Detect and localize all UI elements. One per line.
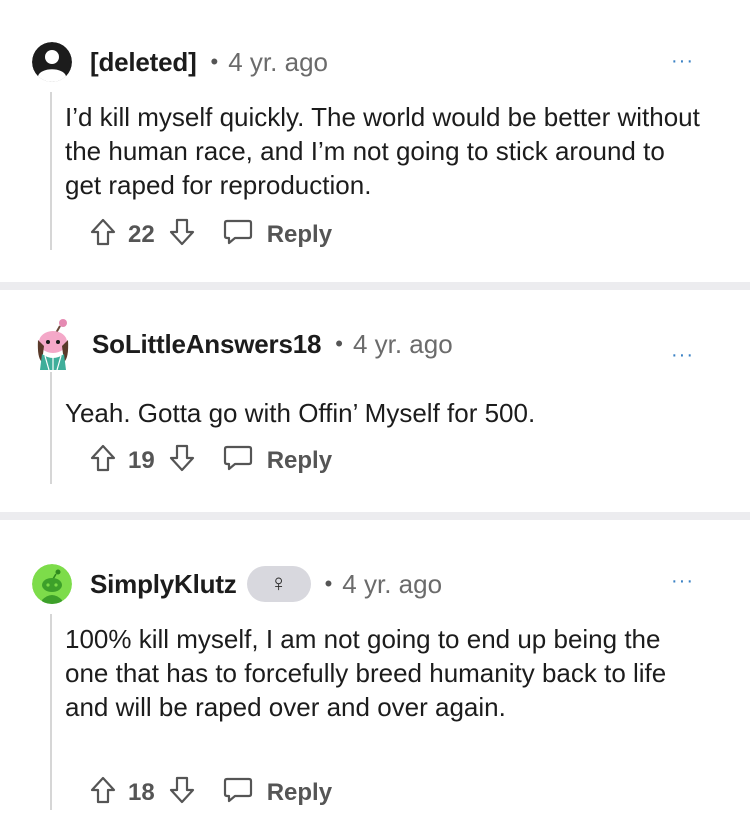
reply-label: Reply — [266, 446, 333, 474]
reply-button[interactable]: Reply — [223, 444, 332, 477]
comment-body: 100% kill myself, I am not going to end … — [65, 624, 667, 722]
comment-body: Yeah. Gotta go with Offin’ Myself for 50… — [65, 398, 536, 428]
separator-dot: • — [210, 49, 219, 74]
vote-count: 19 — [128, 446, 155, 474]
comment-actions: 18 Reply — [90, 776, 332, 809]
reply-button[interactable]: Reply — [223, 218, 332, 251]
downvote-icon[interactable] — [169, 776, 195, 809]
reply-label: Reply — [266, 778, 333, 806]
user-flair: ♀ — [246, 566, 311, 602]
timestamp: 4 yr. ago — [342, 568, 443, 599]
username[interactable]: [deleted] — [90, 47, 197, 78]
downvote-icon[interactable] — [169, 218, 195, 251]
comment: SimplyKlutz ♀ • 4 yr. ago ··· 100% kill … — [0, 520, 750, 834]
comment-divider — [0, 512, 750, 520]
upvote-icon[interactable] — [90, 776, 116, 809]
upvote-icon[interactable] — [90, 218, 116, 251]
more-options-icon[interactable]: ··· — [671, 344, 694, 367]
vote-count: 18 — [128, 778, 155, 806]
more-options-icon[interactable]: ··· — [671, 570, 694, 593]
separator-dot: • — [335, 331, 343, 356]
timestamp: 4 yr. ago — [228, 46, 328, 77]
comment-body: I’d kill myself quickly. The world would… — [65, 102, 700, 200]
comment-thread: [deleted] • 4 yr. ago ··· I’d kill mysel… — [0, 0, 750, 834]
comment-divider — [0, 282, 750, 290]
comment-bubble-icon — [223, 218, 253, 251]
reply-button[interactable]: Reply — [223, 776, 332, 809]
reply-label: Reply — [266, 220, 333, 248]
thread-line[interactable] — [50, 614, 52, 810]
more-options-icon[interactable]: ··· — [671, 50, 694, 73]
timestamp: 4 yr. ago — [352, 328, 453, 359]
comment-header: SimplyKlutz ♀ • 4 yr. ago — [32, 564, 442, 604]
comment: [deleted] • 4 yr. ago ··· I’d kill mysel… — [0, 0, 750, 282]
downvote-icon[interactable] — [169, 444, 195, 477]
comment-header: [deleted] • 4 yr. ago — [32, 42, 328, 82]
username[interactable]: SimplyKlutz — [90, 569, 237, 600]
upvote-icon[interactable] — [90, 444, 116, 477]
comment-bubble-icon — [223, 444, 253, 477]
username[interactable]: SoLittleAnswers18 — [92, 329, 321, 360]
snoo-avatar-green-icon[interactable] — [32, 564, 72, 604]
comment-header: SoLittleAnswers18 • 4 yr. ago — [32, 318, 453, 370]
vote-count: 22 — [128, 220, 155, 248]
comment-actions: 22 Reply — [90, 218, 332, 251]
deleted-user-avatar-icon[interactable] — [32, 42, 72, 82]
snoo-avatar-pink-icon[interactable] — [32, 318, 74, 370]
comment-bubble-icon — [223, 776, 253, 809]
comment: SoLittleAnswers18 • 4 yr. ago ··· Yeah. … — [0, 290, 750, 512]
separator-dot: • — [324, 571, 333, 596]
thread-line[interactable] — [50, 92, 52, 250]
comment-actions: 19 Reply — [90, 444, 332, 477]
thread-line[interactable] — [50, 372, 52, 484]
